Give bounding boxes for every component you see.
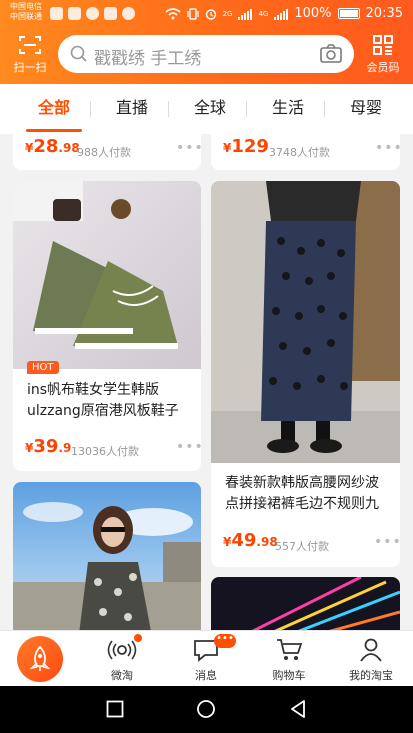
product-price: ¥28.98 (25, 136, 80, 157)
home-rocket-button[interactable] (17, 636, 63, 682)
wallet-notification-icon (122, 7, 135, 20)
weitao-dot-badge (134, 634, 142, 642)
tab-divider (90, 101, 91, 117)
product-price: ¥129 (223, 136, 269, 157)
nav-messages-label: 消息 (195, 669, 217, 682)
nav-my-taobao-label: 我的淘宝 (349, 669, 393, 682)
tab-mother-baby[interactable]: 母婴 (338, 84, 394, 134)
system-nav-bar (0, 686, 413, 733)
status-right: 2G 4G 100% 20:35 (165, 6, 403, 21)
product-card[interactable]: ¥129 3748人付款 ••• (211, 134, 400, 170)
scan-icon (10, 34, 50, 56)
product-card[interactable]: ¥28.98 988人付款 ••• (13, 134, 201, 170)
scan-label: 扫一扫 (13, 61, 47, 74)
wifi-icon (165, 7, 181, 19)
tab-life[interactable]: 生活 (260, 84, 316, 134)
alarm-icon (205, 8, 216, 20)
paid-count: 13036人付款 (71, 445, 139, 458)
member-code-label: 会员码 (366, 61, 400, 74)
product-image (211, 181, 400, 463)
search-placeholder: 戳戳绣 手工绣 (94, 49, 202, 69)
notification-icons (50, 7, 135, 20)
product-card[interactable]: HOT ins帆布鞋女学生韩版ulzzang原宿港风板鞋子 ¥39.9 1303… (13, 181, 201, 471)
tab-divider (324, 101, 325, 117)
scan-button[interactable]: 扫一扫 (10, 34, 50, 75)
tab-live[interactable]: 直播 (104, 84, 160, 134)
nav-cart[interactable]: 购物车 (254, 635, 324, 683)
tab-divider (168, 101, 169, 117)
carrier-2: 中国联通 (10, 12, 42, 21)
product-card[interactable]: 春装新款韩版高腰网纱波点拼接裙裤毛边不规则九 ¥49.98 557人付款 ••• (211, 181, 400, 567)
more-options-icon[interactable]: ••• (375, 140, 400, 156)
member-code-icon (363, 34, 403, 56)
carrier-1: 中国电信 (10, 2, 42, 11)
product-title: ins帆布鞋女学生韩版ulzzang原宿港风板鞋子 (27, 382, 179, 419)
rocket-icon (29, 645, 51, 671)
paid-count: 3748人付款 (269, 146, 330, 159)
nav-weitao[interactable]: 微淘 (87, 635, 157, 683)
search-bar[interactable]: 戳戳绣 手工绣 (58, 35, 354, 73)
product-card[interactable] (211, 577, 400, 630)
back-icon[interactable] (289, 699, 307, 719)
product-image (13, 482, 201, 630)
product-image (211, 577, 400, 630)
category-tabs: 全部 直播 全球 生活 母婴 (0, 84, 413, 134)
more-options-icon[interactable]: ••• (176, 140, 201, 156)
tab-all[interactable]: 全部 (26, 84, 82, 134)
clock: 20:35 (365, 6, 403, 21)
vibrate-icon (186, 7, 199, 20)
home-icon[interactable] (196, 699, 216, 719)
status-bar: 中国电信 中国联通 2G 4G 100% 20:35 (0, 0, 413, 28)
tab-global[interactable]: 全球 (182, 84, 238, 134)
hot-badge: HOT (27, 361, 59, 374)
nav-my-taobao[interactable]: 我的淘宝 (336, 635, 406, 683)
network-2g: 2G (222, 9, 233, 18)
recent-apps-icon[interactable] (106, 700, 124, 718)
product-title: 春装新款韩版高腰网纱波点拼接裙裤毛边不规则九 (225, 475, 379, 512)
tab-divider (246, 101, 247, 117)
search-icon (70, 45, 87, 62)
nav-weitao-label: 微淘 (111, 669, 133, 682)
active-tab-indicator (26, 129, 82, 132)
top-header: 中国电信 中国联通 2G 4G 100% 20:35 扫一扫 戳戳绣 手工绣 会… (0, 0, 413, 84)
product-image (13, 181, 201, 369)
product-card[interactable] (13, 482, 201, 630)
more-options-icon[interactable]: ••• (374, 534, 400, 550)
paid-count: 988人付款 (77, 146, 131, 159)
member-code-button[interactable]: 会员码 (363, 34, 403, 75)
network-4g: 4G (258, 9, 269, 18)
tiktok-notification-icon (86, 7, 99, 20)
product-feed[interactable]: ¥28.98 988人付款 ••• ¥129 3748人付款 ••• HOT (0, 134, 413, 630)
product-price: ¥39.9 (25, 436, 72, 457)
image-notification-icon (68, 7, 81, 20)
signal-2-icon (274, 8, 289, 20)
battery-percent: 100% (294, 6, 332, 21)
more-options-icon[interactable]: ••• (176, 439, 201, 455)
cart-icon (254, 635, 324, 665)
paid-count: 557人付款 (275, 540, 329, 553)
app-notification-icon (50, 7, 63, 20)
camera-icon[interactable] (320, 44, 342, 64)
weitao-icon (87, 635, 157, 665)
profile-icon (336, 635, 406, 665)
video-notification-icon (104, 7, 117, 20)
nav-cart-label: 购物车 (272, 669, 306, 682)
messages-badge: ••• (214, 634, 236, 648)
product-price: ¥49.98 (223, 530, 278, 551)
battery-icon (337, 8, 360, 19)
signal-1-icon (238, 8, 253, 20)
carrier-labels: 中国电信 中国联通 (10, 2, 42, 22)
